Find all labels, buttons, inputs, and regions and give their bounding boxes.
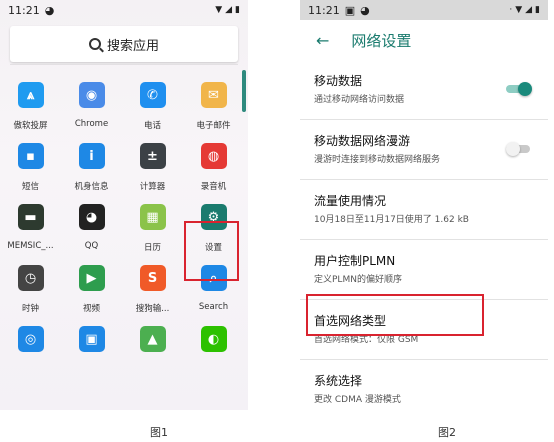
preferred-network-highlight-box [306, 294, 484, 336]
page-title: 网络设置 [351, 31, 412, 50]
app-clock[interactable]: ◷ 时钟 [0, 261, 61, 322]
app-label: 电子邮件 [196, 121, 231, 131]
switch-thumb [506, 142, 520, 156]
app-browser-icon: ◎ [17, 326, 44, 352]
app-chrome[interactable]: ◉ Chrome [61, 78, 122, 139]
app-device-info-icon: i [78, 143, 105, 169]
search-label: 搜索应用 [106, 38, 159, 54]
status-time: 11:21 [308, 3, 340, 17]
app-recorder[interactable]: ◍ 录音机 [183, 139, 244, 200]
preference-title: 用户控制PLMN [314, 254, 396, 268]
app-phone-icon: ✆ [139, 82, 166, 108]
app-bar: ← 网络设置 [300, 20, 548, 60]
app-aosense[interactable]: ⩓ 傲软投屏 [0, 78, 61, 139]
preference-item[interactable]: 移动数据通过移动网络访问数据 [300, 60, 548, 120]
app-messages-icon: ▪ [17, 143, 44, 169]
preference-item[interactable]: 系统选择更改 CDMA 漫游模式 [300, 360, 548, 410]
settings-highlight-box [184, 221, 239, 281]
toggle-switch[interactable] [506, 82, 532, 96]
wifi-icon: ▼ [515, 5, 523, 15]
divider [10, 64, 238, 65]
app-calendar-icon: ▦ [139, 204, 166, 230]
app-label: 电话 [143, 121, 161, 131]
signal-icon: ◢ [225, 5, 233, 15]
preference-title: 移动数据 [314, 74, 363, 88]
app-wechat-icon: ◐ [200, 326, 227, 352]
app-gallery-icon: ▲ [139, 326, 166, 352]
figure-caption-2: 图2 [438, 426, 456, 439]
app-memsic[interactable]: ▬ MEMSIC_... [0, 200, 61, 261]
app-qq[interactable]: ◕ QQ [61, 200, 122, 261]
app-search-bar[interactable]: 搜索应用 [10, 26, 238, 62]
preference-summary: 10月18日至11月17日使用了 1.62 kB [314, 215, 469, 225]
app-label: 日历 [143, 243, 161, 253]
notification-icon: ◕ [44, 3, 55, 17]
app-video-icon: ▶ [78, 265, 105, 291]
app-sogou-icon: S [139, 265, 166, 291]
preference-title: 系统选择 [314, 374, 363, 388]
status-bar: 11:21 ◕ ▼ ◢ ▮ [0, 0, 248, 20]
status-time: 11:21 [8, 3, 40, 17]
battery-icon: ▮ [535, 5, 540, 15]
app-email-icon: ✉ [200, 82, 227, 108]
app-label: 傲软投屏 [13, 121, 48, 131]
app-memsic-icon: ▬ [17, 204, 44, 230]
app-qq-icon: ◕ [78, 204, 105, 230]
app-sogou[interactable]: S 搜狗输... [122, 261, 183, 322]
app-phone[interactable]: ✆ 电话 [122, 78, 183, 139]
app-label: 短信 [21, 182, 39, 192]
figure-caption-1: 图1 [150, 426, 168, 439]
preference-summary: 漫游时连接到移动数据网络服务 [314, 155, 441, 165]
app-calculator[interactable]: ± 计算器 [122, 139, 183, 200]
preference-summary: 定义PLMN的偏好顺序 [314, 275, 402, 285]
app-contacts[interactable]: ▣ [61, 322, 122, 383]
app-messages[interactable]: ▪ 短信 [0, 139, 61, 200]
toggle-switch[interactable] [506, 142, 532, 156]
app-drawer-screen: 11:21 ◕ ▼ ◢ ▮ 搜索应用 ⩓ 傲软投屏 ◉ Chrome ✆ 电话 ✉ 电子邮件 ▪… [0, 0, 248, 410]
search-icon [88, 38, 101, 50]
preference-summary: 更改 CDMA 漫游模式 [314, 395, 401, 405]
app-calculator-icon: ± [139, 143, 166, 169]
switch-thumb [518, 82, 532, 96]
image-notification-icon: ▣ [344, 3, 356, 17]
app-video[interactable]: ▶ 视频 [61, 261, 122, 322]
status-bar: 11:21 ▣ ◕ · ▼ ◢ ▮ [300, 0, 548, 20]
app-label: 计算器 [139, 182, 166, 192]
battery-icon: ▮ [235, 5, 240, 15]
app-label: MEMSIC_... [7, 241, 54, 251]
wifi-icon: ▼ [215, 5, 223, 15]
app-label: 机身信息 [74, 182, 109, 192]
app-chrome-icon: ◉ [78, 82, 105, 108]
data-activity-icon: · [509, 5, 513, 15]
preference-title: 移动数据网络漫游 [314, 134, 411, 148]
preference-item[interactable]: 流量使用情况 10月18日至11月17日使用了 1.62 kB [300, 180, 548, 240]
signal-icon: ◢ [525, 5, 533, 15]
preference-list: 移动数据通过移动网络访问数据移动数据网络漫游漫游时连接到移动数据网络服务流量使用… [300, 60, 548, 410]
app-clock-icon: ◷ [17, 265, 44, 291]
preference-title: 流量使用情况 [314, 194, 387, 208]
app-label: QQ [84, 241, 99, 251]
notification-icon: ◕ [360, 3, 370, 17]
preference-item[interactable]: 移动数据网络漫游漫游时连接到移动数据网络服务 [300, 120, 548, 180]
app-label: 视频 [82, 304, 100, 314]
app-label: 时钟 [21, 304, 39, 314]
back-arrow-icon[interactable]: ← [316, 31, 329, 50]
app-label: 搜狗输... [135, 304, 170, 314]
preference-item[interactable]: 用户控制PLMN 定义PLMN的偏好顺序 [300, 240, 548, 300]
app-recorder-icon: ◍ [200, 143, 227, 169]
app-calendar[interactable]: ▦ 日历 [122, 200, 183, 261]
app-label: Chrome [74, 119, 109, 129]
network-settings-screen: 11:21 ▣ ◕ · ▼ ◢ ▮ ← 网络设置 移动数据 通过移动网络访问数据移… [300, 0, 548, 410]
app-email[interactable]: ✉ 电子邮件 [183, 78, 244, 139]
app-contacts-icon: ▣ [78, 326, 105, 352]
app-aosense-icon: ⩓ [17, 82, 44, 108]
app-gallery[interactable]: ▲ [122, 322, 183, 383]
app-browser[interactable]: ◎ [0, 322, 61, 383]
preference-summary: 通过移动网络访问数据 [314, 95, 405, 105]
app-label: Search [198, 302, 229, 312]
app-label: 录音机 [200, 182, 227, 192]
app-wechat[interactable]: ◐ [183, 322, 244, 383]
app-device-info[interactable]: i 机身信息 [61, 139, 122, 200]
